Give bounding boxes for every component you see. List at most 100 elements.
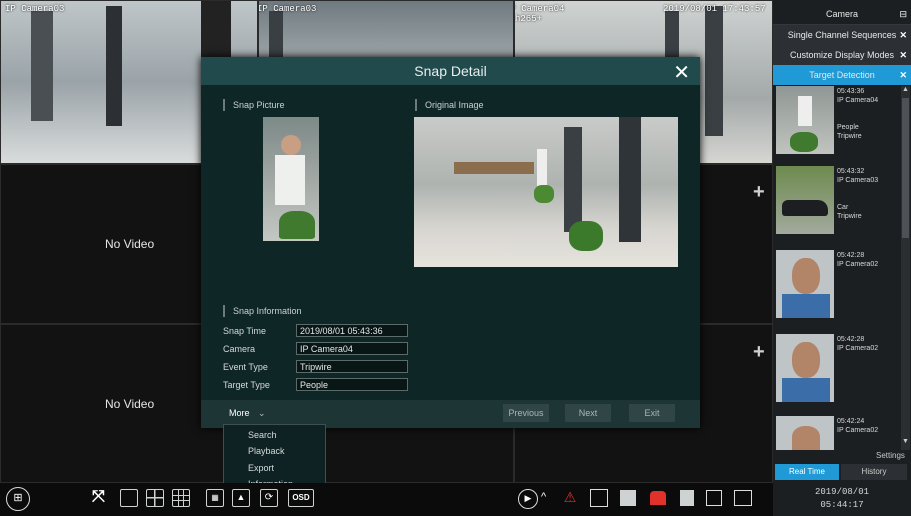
system-date: 2019/08/01 — [814, 487, 869, 497]
camera-osd-label: 2019/08/01 17:43:57 — [663, 4, 766, 14]
info-icon[interactable] — [734, 490, 752, 506]
target-detection-label: Target Detection — [809, 70, 875, 80]
face-detection-icon[interactable] — [590, 489, 608, 507]
add-camera-icon[interactable]: + — [753, 181, 765, 204]
shirt-shape — [782, 294, 830, 318]
add-camera-icon[interactable]: + — [753, 341, 765, 364]
field-label: Target Type — [223, 380, 270, 390]
person-shape — [275, 155, 305, 205]
target-type-field: People — [296, 378, 408, 391]
counter-shape — [454, 162, 534, 174]
event-type-field: Tripwire — [296, 360, 408, 373]
next-button[interactable]: Next — [565, 404, 611, 422]
event-thumbnail[interactable] — [776, 250, 834, 318]
layout-1-icon[interactable] — [120, 489, 138, 507]
sequence-icon[interactable]: ⟳ — [260, 489, 278, 507]
scroll-down-icon[interactable]: ▼ — [902, 438, 909, 445]
system-time: 05:44:17 — [820, 500, 864, 510]
tab-real-time[interactable]: Real Time — [775, 464, 839, 480]
alarm-icon[interactable]: ⚠ — [560, 489, 580, 509]
original-image-label: Original Image — [415, 99, 484, 111]
snap-picture-label: Snap Picture — [223, 99, 285, 111]
network-icon[interactable] — [706, 490, 722, 506]
plant-shape — [569, 221, 603, 251]
fullscreen-icon[interactable]: ⤧ — [92, 488, 105, 506]
tab-camera-label: Camera — [825, 9, 858, 19]
face-shape — [792, 342, 820, 378]
previous-button[interactable]: Previous — [503, 404, 549, 422]
camera-osd-label: IP Camera03 — [5, 4, 65, 14]
play-icon[interactable]: ▶ — [518, 489, 538, 509]
layout-16-icon[interactable]: ▦ — [206, 489, 224, 507]
single-channel-label: Single Channel Sequences — [787, 30, 897, 40]
event-info: 05:43:36 IP Camera04 People Tripwire — [837, 88, 879, 140]
event-thumbnail[interactable] — [776, 416, 834, 450]
chevron-up-icon[interactable]: ^ — [541, 491, 546, 503]
door-shape — [31, 11, 53, 121]
face-shape — [792, 426, 820, 450]
osd-button[interactable]: OSD — [288, 489, 314, 507]
close-icon[interactable]: ✕ — [899, 25, 907, 45]
snap-detail-dialog: Snap Detail ✕ Snap Picture Original Imag… — [201, 57, 700, 428]
snap-time-field: 2019/08/01 05:43:36 — [296, 324, 408, 337]
dialog-title: Snap Detail — [201, 57, 700, 85]
plant-shape — [534, 185, 554, 203]
plant-shape — [279, 211, 315, 239]
menu-item-playback[interactable]: Playback — [248, 446, 285, 456]
camera-osd-label: 2019/08/01 05:47:00 IP Camera04 — [515, 4, 565, 14]
manual-alarm-icon[interactable] — [620, 490, 636, 506]
plant-shape — [790, 132, 818, 152]
no-video-text: No Video — [105, 397, 155, 411]
target-detection-tab[interactable]: Target Detection ✕ — [773, 65, 911, 86]
event-thumbnail[interactable] — [776, 334, 834, 402]
customize-display-label: Customize Display Modes — [789, 50, 895, 60]
close-icon[interactable]: ✕ — [899, 65, 907, 85]
red-alarm-icon[interactable] — [650, 491, 666, 505]
disk-icon[interactable] — [680, 490, 694, 506]
layout-9-icon[interactable] — [172, 489, 190, 507]
right-panel: Camera ⊟ Single Channel Sequences ✕ Cust… — [773, 0, 911, 516]
event-info: 05:43:32 IP Camera03 Car Tripwire — [837, 168, 879, 220]
field-label: Event Type — [223, 362, 268, 372]
face-shape — [792, 258, 820, 294]
snap-picture-image — [263, 117, 319, 241]
event-thumbnail[interactable] — [776, 86, 834, 154]
field-label: Snap Time — [223, 326, 267, 336]
screenshot-icon[interactable]: ▲ — [232, 489, 250, 507]
layout-4-icon[interactable] — [146, 489, 164, 507]
event-info: 05:42:24 IP Camera02 — [837, 418, 879, 434]
settings-link[interactable]: Settings — [876, 451, 905, 460]
person-shape — [281, 135, 301, 155]
person-shape — [798, 96, 812, 126]
camera-osd-label: h265+ — [515, 14, 543, 24]
close-icon[interactable]: ✕ — [899, 45, 907, 65]
exit-button[interactable]: Exit — [629, 404, 675, 422]
menu-item-export[interactable]: Export — [248, 463, 274, 473]
tab-history[interactable]: History — [841, 464, 907, 480]
no-video-text: No Video — [105, 237, 155, 251]
close-icon[interactable]: ✕ — [673, 60, 690, 85]
customize-display-modes[interactable]: Customize Display Modes ✕ — [773, 45, 911, 66]
event-list: 05:43:36 IP Camera04 People Tripwire 05:43… — [773, 86, 901, 450]
pin-icon[interactable]: ⊟ — [899, 4, 907, 24]
snap-info-label: Snap Information — [223, 305, 302, 317]
taskbar: ⊞ ⤧ ▦ ▲ ⟳ OSD ▶ ^ ⚠ — [0, 483, 773, 516]
scroll-thumb[interactable] — [902, 98, 909, 238]
more-button[interactable]: More ⌄ — [229, 408, 266, 419]
car-shape — [782, 200, 828, 216]
menu-item-search[interactable]: Search — [248, 430, 277, 440]
single-channel-sequences[interactable]: Single Channel Sequences ✕ — [773, 25, 911, 46]
event-list-scrollbar[interactable]: ▲ ▼ — [901, 86, 910, 450]
shirt-shape — [782, 378, 830, 402]
person-shape — [537, 149, 547, 189]
scroll-up-icon[interactable]: ▲ — [902, 86, 909, 93]
tab-camera[interactable]: Camera ⊟ — [773, 4, 911, 25]
original-image — [414, 117, 678, 267]
camera-field: IP Camera04 — [296, 342, 408, 355]
door-shape — [619, 117, 641, 242]
event-thumbnail[interactable] — [776, 166, 834, 234]
door-shape — [106, 6, 122, 126]
chevron-down-icon: ⌄ — [258, 408, 266, 418]
start-menu-icon[interactable]: ⊞ — [6, 487, 30, 511]
field-label: Camera — [223, 344, 256, 354]
